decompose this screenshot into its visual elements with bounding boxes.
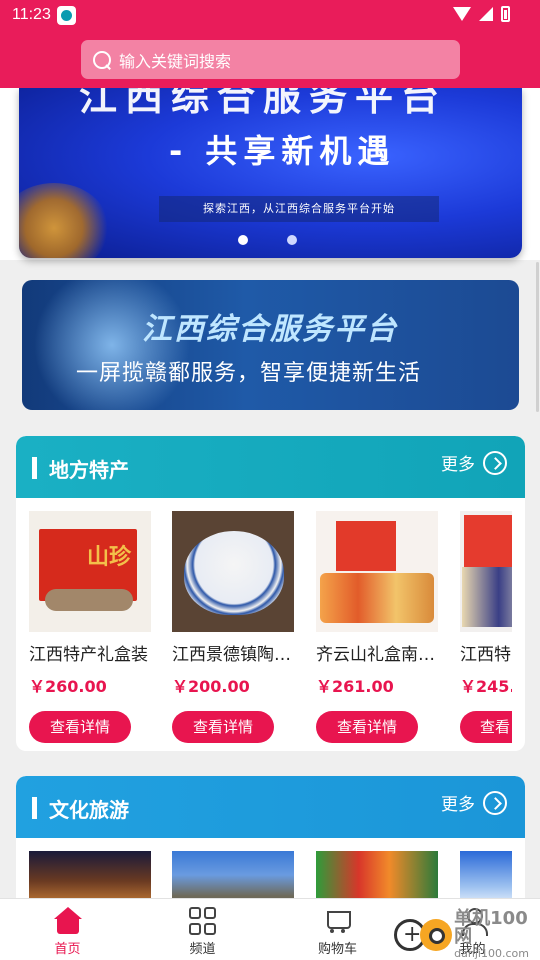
more-button[interactable]: 更多 [441, 450, 507, 475]
product-price: ￥245. [460, 677, 512, 696]
chevron-right-icon [483, 450, 507, 475]
view-details-button[interactable]: 查看详情 [172, 711, 274, 743]
watermark-line2: danji100.com [454, 947, 529, 960]
product-name: 江西特 [460, 645, 511, 665]
home-icon [53, 907, 82, 935]
scrollbar[interactable] [536, 262, 539, 412]
promo-subtitle: 一屏揽赣鄱服务，智享便捷新生活 [76, 361, 422, 386]
grid-icon [188, 907, 217, 935]
banner-area: 江西综合服务平台 - 共享新机遇 探索江西，从江西综合服务平台开始 [0, 88, 540, 260]
product-card[interactable]: 江西特产礼盒装 ￥260.00 查看详情 [29, 511, 151, 743]
more-label: 更多 [441, 455, 475, 475]
search-input[interactable]: 输入关键词搜索 [81, 40, 460, 79]
search-placeholder: 输入关键词搜索 [119, 51, 232, 71]
product-name: 江西景德镇陶瓷碗 [172, 645, 294, 665]
signal-icon [479, 7, 493, 21]
product-price: ￥200.00 [172, 677, 250, 696]
section-title: 地方特产 [49, 458, 129, 482]
carousel-dot[interactable] [238, 235, 248, 245]
view-details-button[interactable]: 查看详情 [29, 711, 131, 743]
nav-item-cart[interactable]: 购物车 [270, 899, 405, 960]
nav-item-channel[interactable]: 频道 [135, 899, 270, 960]
cart-icon [324, 907, 352, 935]
product-image[interactable] [460, 511, 512, 632]
banner-graphic [19, 183, 109, 258]
app-header: 11:23 输入关键词搜索 [0, 0, 540, 88]
section-header: 地方特产 更多 [16, 436, 525, 498]
banner-caption: 探索江西，从江西综合服务平台开始 [159, 196, 439, 222]
nav-label: 首页 [54, 942, 81, 957]
status-bar: 11:23 [0, 0, 540, 32]
section-accent-bar [32, 797, 37, 819]
product-name: 齐云山礼盒南酸枣 [316, 645, 438, 665]
promo-title: 江西综合服务平台 [142, 312, 398, 347]
carousel-indicators [238, 235, 297, 245]
product-name: 江西特产礼盒装 [29, 645, 148, 665]
promo-banner[interactable]: 江西综合服务平台 一屏揽赣鄱服务，智享便捷新生活 [22, 280, 519, 410]
section-header: 文化旅游 更多 [16, 776, 525, 838]
product-image[interactable] [316, 511, 438, 632]
more-label: 更多 [441, 795, 475, 815]
banner-headline-top: 江西综合服务平台 [79, 88, 448, 119]
carousel-dot-active[interactable] [287, 235, 297, 245]
product-card[interactable]: 江西景德镇陶瓷碗 ￥200.00 查看详情 [172, 511, 294, 743]
view-details-button[interactable]: 查看 [460, 711, 512, 743]
watermark-text: 单机100网 danji100.com [454, 908, 540, 960]
specialties-section: 地方特产 更多 江西特产礼盒装 ￥260.00 查看详情 江西景德镇陶瓷碗 ￥2… [16, 436, 525, 751]
banner-headline: - 共享新机遇 [169, 132, 396, 170]
status-time: 11:23 [12, 6, 51, 23]
battery-icon [501, 6, 510, 22]
wifi-icon [453, 7, 471, 21]
watermark-logo [392, 913, 452, 957]
product-card[interactable]: 齐云山礼盒南酸枣 ￥261.00 查看详情 [316, 511, 438, 743]
search-icon [93, 50, 111, 69]
watermark: 单机100网 danji100.com [392, 910, 540, 959]
product-price: ￥260.00 [29, 677, 107, 696]
nav-label: 购物车 [317, 942, 357, 957]
app-notification-icon [57, 6, 76, 25]
view-details-button[interactable]: 查看详情 [316, 711, 418, 743]
more-button[interactable]: 更多 [441, 790, 507, 815]
nav-label: 频道 [189, 942, 216, 957]
product-image[interactable] [29, 511, 151, 632]
banner-carousel[interactable]: 江西综合服务平台 - 共享新机遇 探索江西，从江西综合服务平台开始 [19, 88, 522, 258]
product-card[interactable]: 江西特 ￥245. 查看 [460, 511, 512, 743]
chevron-right-icon [483, 790, 507, 815]
tourism-section: 文化旅游 更多 [16, 776, 525, 908]
section-accent-bar [32, 457, 37, 479]
product-list[interactable]: 江西特产礼盒装 ￥260.00 查看详情 江西景德镇陶瓷碗 ￥200.00 查看… [16, 498, 525, 751]
product-image[interactable] [172, 511, 294, 632]
product-price: ￥261.00 [316, 677, 394, 696]
section-title: 文化旅游 [49, 798, 129, 822]
nav-item-home[interactable]: 首页 [0, 899, 135, 960]
status-indicators [453, 6, 510, 22]
watermark-line1: 单机100网 [454, 908, 528, 947]
